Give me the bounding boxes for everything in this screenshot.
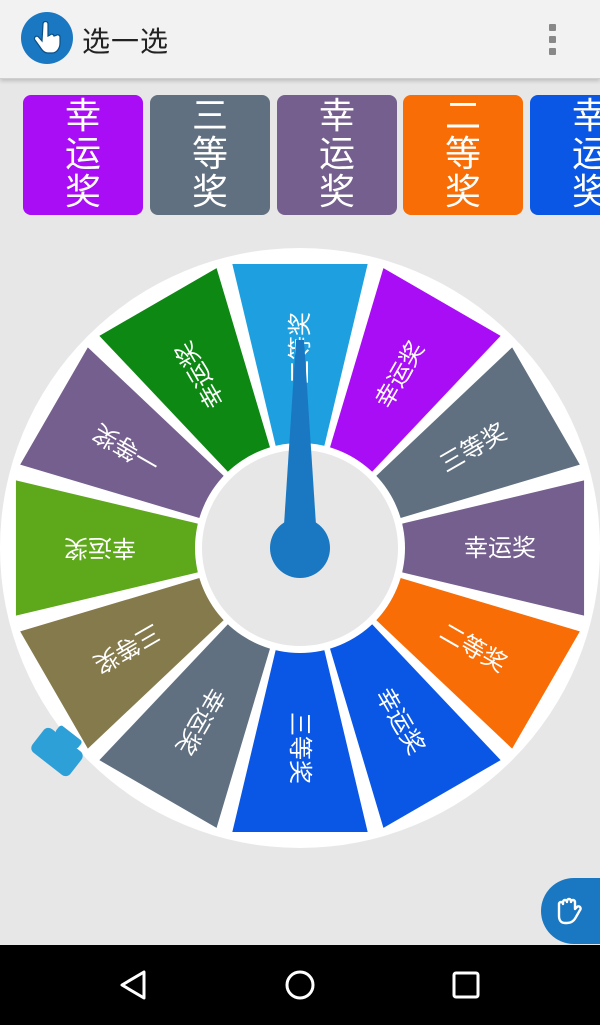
prize-chip[interactable]: 三等奖 (150, 95, 270, 215)
system-nav-bar (0, 945, 600, 1025)
prize-chip[interactable]: 二等奖 (403, 95, 523, 215)
prize-chip[interactable]: 幸运奖 (530, 95, 600, 215)
more-vert-icon[interactable] (532, 14, 572, 64)
back-triangle-icon[interactable] (113, 965, 153, 1005)
hand-pointer-icon[interactable] (21, 12, 73, 64)
prize-chip-label: 幸运奖 (64, 96, 101, 213)
recents-square-icon[interactable] (446, 965, 486, 1005)
home-circle-icon[interactable] (280, 965, 320, 1005)
app-bar: 选一选 (0, 0, 600, 79)
prize-chip-label: 幸运奖 (571, 96, 600, 213)
app-title: 选一选 (82, 25, 170, 58)
hand-grab-icon[interactable] (541, 878, 600, 944)
prize-chip-label: 幸运奖 (318, 96, 355, 213)
prize-chip-label: 三等奖 (191, 96, 228, 213)
wheel-pointer-knob[interactable] (270, 518, 330, 578)
prize-chip[interactable]: 幸运奖 (23, 95, 143, 215)
prize-chip-label: 二等奖 (444, 96, 481, 213)
prize-chip-row[interactable]: 幸运奖 三等奖 幸运奖 二等奖 幸运奖 (0, 95, 600, 215)
wheel-segment-label: 幸运奖 (464, 534, 536, 562)
wheel-segment-label: 幸运奖 (64, 534, 136, 562)
prize-chip[interactable]: 幸运奖 (277, 95, 397, 215)
wheel-segment-label: 三等奖 (286, 712, 314, 784)
prize-wheel[interactable]: 二等奖幸运奖三等奖幸运奖二等奖幸运奖三等奖幸运奖三等奖幸运奖一等奖幸运奖 (0, 243, 600, 853)
